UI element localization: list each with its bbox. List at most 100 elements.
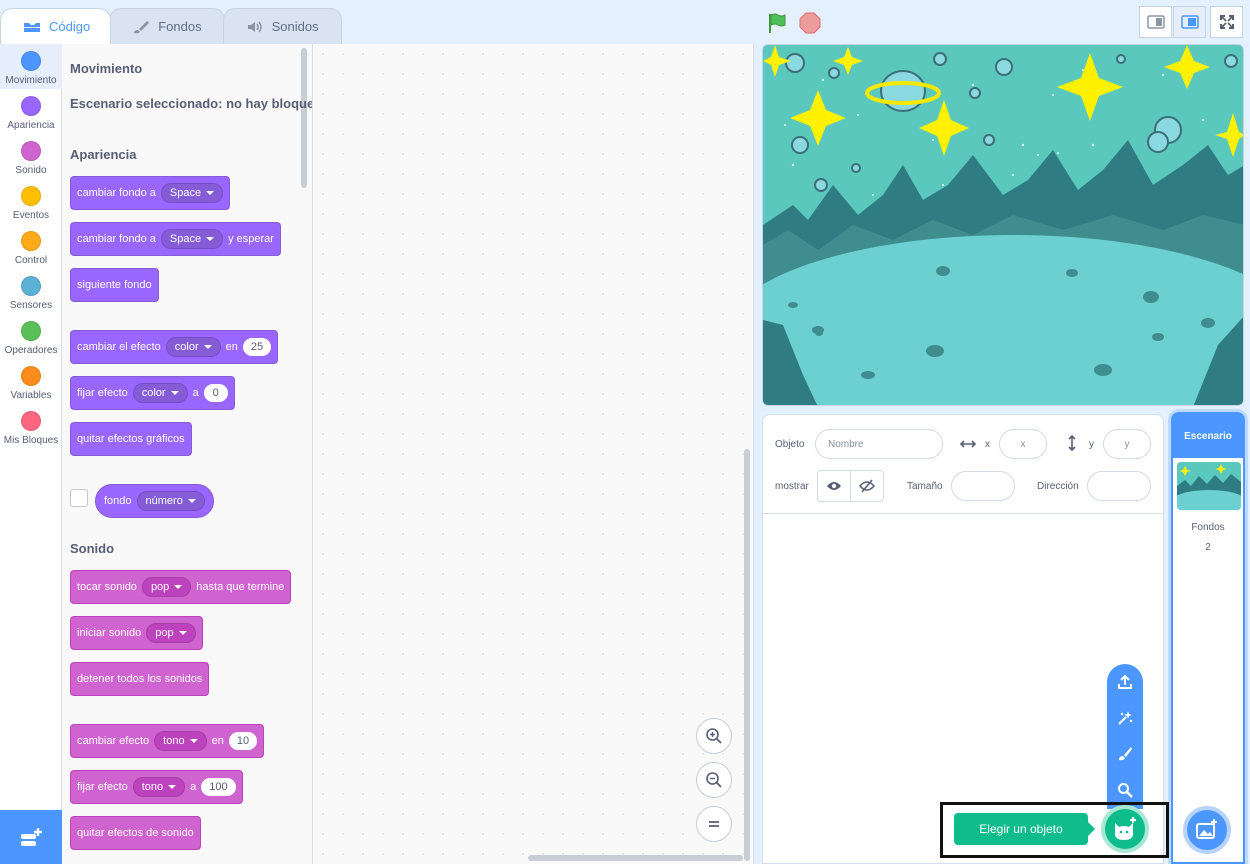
show-label: mostrar xyxy=(775,481,809,492)
fullscreen-button[interactable] xyxy=(1210,6,1243,38)
block-text: fondo xyxy=(104,495,132,507)
normal-stage-icon xyxy=(1180,15,1199,29)
category-control[interactable]: Control xyxy=(0,224,62,269)
zoom-reset-button[interactable] xyxy=(696,806,732,842)
script-horizontal-scrollbar[interactable] xyxy=(528,855,743,861)
number-input[interactable]: 100 xyxy=(201,778,236,796)
tab-code-label: Código xyxy=(49,19,91,34)
x-field[interactable]: x xyxy=(999,429,1047,459)
small-stage-button[interactable] xyxy=(1139,6,1172,38)
stage-selector[interactable]: Escenario Fondos 2 xyxy=(1171,412,1245,864)
add-extension-icon xyxy=(21,828,42,846)
block-text: cambiar efecto xyxy=(77,735,150,747)
category-variables[interactable]: Variables xyxy=(0,359,62,404)
y-field[interactable]: y xyxy=(1103,429,1151,459)
monitor-checkbox[interactable] xyxy=(70,489,88,507)
dropdown-value: pop xyxy=(150,581,170,593)
block-clear-sound-effects[interactable]: quitar efectos de sonido xyxy=(70,816,201,850)
show-sprite-button[interactable] xyxy=(817,470,851,502)
equals-icon xyxy=(709,821,719,827)
zoom-out-button[interactable] xyxy=(696,762,732,798)
surprise-sprite-button[interactable] xyxy=(1115,708,1135,728)
category-sound[interactable]: Sonido xyxy=(0,134,62,179)
block-text: iniciar sonido xyxy=(77,627,142,639)
caret-down-icon xyxy=(203,345,212,349)
tab-sounds-label: Sonidos xyxy=(271,19,319,34)
tab-backdrops[interactable]: Fondos xyxy=(109,8,225,44)
script-vertical-scrollbar[interactable] xyxy=(744,449,750,861)
block-switch-backdrop-and-wait[interactable]: cambiar fondo a Space y esperar xyxy=(70,222,281,256)
category-sensing[interactable]: Sensores xyxy=(0,269,62,314)
sprite-name-field[interactable]: Nombre xyxy=(815,429,943,459)
search-sprite-button[interactable] xyxy=(1115,780,1135,800)
upload-icon xyxy=(1118,674,1132,689)
dropdown-value: color xyxy=(174,341,199,353)
block-clear-graphic-effects[interactable]: quitar efectos gráficos xyxy=(70,422,192,456)
block-next-backdrop[interactable]: siguiente fondo xyxy=(70,268,159,302)
block-switch-backdrop[interactable]: cambiar fondo a Space xyxy=(70,176,231,210)
normal-stage-button[interactable] xyxy=(1173,6,1206,38)
sound-dropdown[interactable]: pop xyxy=(141,577,192,597)
block-set-sound-effect[interactable]: fijar efecto tono a 100 xyxy=(70,770,243,804)
number-input[interactable]: 10 xyxy=(228,732,258,750)
caret-down-icon xyxy=(168,785,177,789)
choose-backdrop-button[interactable] xyxy=(1183,806,1231,854)
sound-effect-dropdown[interactable]: tono xyxy=(132,777,186,797)
dropdown-value: tono xyxy=(163,735,185,747)
effect-dropdown[interactable]: color xyxy=(165,337,221,357)
category-operators[interactable]: Operadores xyxy=(0,314,62,359)
category-label: Mis Bloques xyxy=(3,435,59,446)
number-input[interactable]: 0 xyxy=(203,384,228,402)
category-looks[interactable]: Apariencia xyxy=(0,89,62,134)
category-events[interactable]: Eventos xyxy=(0,179,62,224)
backdrop-dropdown[interactable]: Space xyxy=(160,183,224,203)
size-field[interactable] xyxy=(951,471,1015,501)
script-area[interactable] xyxy=(313,44,754,864)
palette-scrollbar[interactable] xyxy=(301,48,307,188)
caret-down-icon xyxy=(206,237,215,241)
category-label: Variables xyxy=(10,390,52,401)
horizontal-arrows-icon xyxy=(959,440,977,448)
tab-code[interactable]: Código xyxy=(0,8,112,44)
tab-sounds[interactable]: Sonidos xyxy=(222,8,342,44)
speaker-icon xyxy=(247,21,262,32)
stage-canvas[interactable] xyxy=(762,44,1244,406)
sound-effect-dropdown[interactable]: tono xyxy=(154,731,207,751)
category-label: Movimiento xyxy=(5,75,57,86)
block-text: en xyxy=(211,735,224,747)
upload-sprite-button[interactable] xyxy=(1115,672,1135,692)
green-flag-icon[interactable] xyxy=(766,12,788,34)
block-play-sound-until-done[interactable]: tocar sonido pop hasta que termine xyxy=(70,570,292,604)
category-menu: Movimiento Apariencia Sonido Eventos Con… xyxy=(0,44,62,864)
block-set-effect[interactable]: fijar efecto color a 0 xyxy=(70,376,235,410)
number-input[interactable]: 25 xyxy=(242,338,272,356)
backdrop-dropdown[interactable]: Space xyxy=(160,229,224,249)
size-label: Tamaño xyxy=(907,481,943,492)
effect-dropdown[interactable]: color xyxy=(132,383,188,403)
image-plus-icon xyxy=(1196,819,1217,839)
direction-label: Dirección xyxy=(1037,481,1079,492)
category-label: Operadores xyxy=(4,345,58,356)
direction-field[interactable] xyxy=(1087,471,1151,501)
block-stop-all-sounds[interactable]: detener todos los sonidos xyxy=(70,662,210,696)
category-my-blocks[interactable]: Mis Bloques xyxy=(0,404,62,449)
sound-dropdown[interactable]: pop xyxy=(146,623,196,643)
space-backdrop-image xyxy=(763,45,1243,405)
zoom-in-button[interactable] xyxy=(696,718,732,754)
block-start-sound[interactable]: iniciar sonido pop xyxy=(70,616,203,650)
paint-sprite-button[interactable] xyxy=(1115,744,1135,764)
stop-icon[interactable] xyxy=(799,12,821,34)
category-motion[interactable]: Movimiento xyxy=(0,44,62,89)
backdrop-attr-dropdown[interactable]: número xyxy=(136,491,205,511)
add-extension-button[interactable] xyxy=(0,810,62,864)
stage-selector-title: Escenario xyxy=(1173,414,1243,458)
object-label: Objeto xyxy=(775,439,805,450)
block-palette: Movimiento Escenario seleccionado: no ha… xyxy=(62,44,313,864)
block-backdrop-number[interactable]: fondo número xyxy=(95,484,214,518)
hide-sprite-button[interactable] xyxy=(850,470,884,502)
block-change-effect[interactable]: cambiar el efecto color en 25 xyxy=(70,330,279,364)
eye-icon xyxy=(827,482,841,490)
block-change-sound-effect[interactable]: cambiar efecto tono en 10 xyxy=(70,724,265,758)
brush-icon xyxy=(134,20,150,33)
small-stage-icon xyxy=(1146,15,1165,29)
